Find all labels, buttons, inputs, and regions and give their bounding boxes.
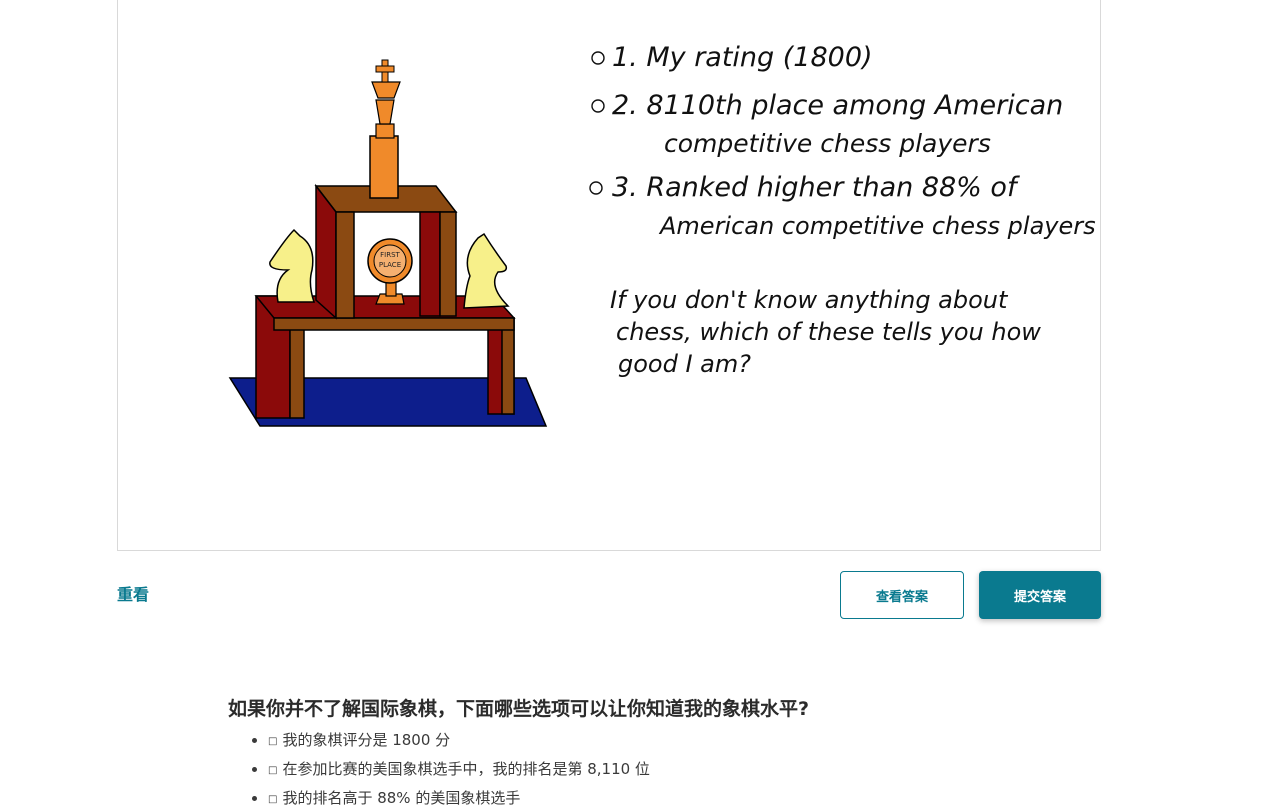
answer-option[interactable]: □ 在参加比赛的美国象棋选手中，我的排名是第 8,110 位	[268, 756, 1128, 785]
handwritten-option-2a: 2. 8110th place among American	[612, 90, 1063, 121]
handwritten-radio-2	[591, 99, 605, 113]
checkbox-icon[interactable]: □	[268, 736, 277, 747]
king-trophy	[369, 135, 399, 199]
chess-illustration: FIRST PLACE 1. My rating (1800) 2. 8110t…	[228, 42, 1096, 427]
checkbox-icon[interactable]: □	[268, 765, 277, 776]
question-title: 如果你并不了解国际象棋，下面哪些选项可以让你知道我的象棋水平?	[228, 698, 810, 720]
lesson-video-frame[interactable]: FIRST PLACE 1. My rating (1800) 2. 8110t…	[117, 0, 1101, 551]
left-knight	[269, 228, 316, 303]
handwritten-option-3a: 3. Ranked higher than 88% of	[612, 172, 1020, 203]
submit-answer-button[interactable]: 提交答案	[979, 571, 1101, 619]
handwritten-prompt-2: chess, which of these tells you how	[616, 318, 1041, 346]
handwritten-radio-3	[589, 181, 603, 195]
right-knight	[463, 232, 510, 309]
answer-option[interactable]: □ 我的排名高于 88% 的美国象棋选手	[268, 785, 1128, 809]
medal-text-first: FIRST	[380, 251, 400, 259]
page: FIRST PLACE 1. My rating (1800) 2. 8110t…	[0, 0, 1264, 809]
answer-option-label: 我的排名高于 88% 的美国象棋选手	[282, 789, 521, 807]
answer-options-list: □ 我的象棋评分是 1800 分 □ 在参加比赛的美国象棋选手中，我的排名是第 8,…	[228, 727, 1128, 809]
handwritten-option-1: 1. My rating (1800)	[612, 42, 873, 73]
medal-text-place: PLACE	[379, 261, 401, 269]
answer-option[interactable]: □ 我的象棋评分是 1800 分	[268, 727, 1128, 756]
handwritten-option-3b: American competitive chess players	[658, 212, 1096, 240]
answer-option-label: 我的象棋评分是 1800 分	[282, 731, 451, 749]
show-answer-button[interactable]: 查看答案	[840, 571, 964, 619]
checkbox-icon[interactable]: □	[268, 794, 277, 805]
handwritten-radio-1	[591, 51, 605, 65]
handwritten-prompt-3: good I am?	[618, 350, 751, 378]
answer-option-label: 在参加比赛的美国象棋选手中，我的排名是第 8,110 位	[282, 760, 650, 778]
question-block: 如果你并不了解国际象棋，下面哪些选项可以让你知道我的象棋水平? □ 我的象棋评分是…	[228, 694, 1128, 809]
handwritten-option-2b: competitive chess players	[664, 129, 991, 158]
handwritten-prompt-1: If you don't know anything about	[610, 286, 1009, 314]
replay-link[interactable]: 重看	[117, 581, 149, 605]
